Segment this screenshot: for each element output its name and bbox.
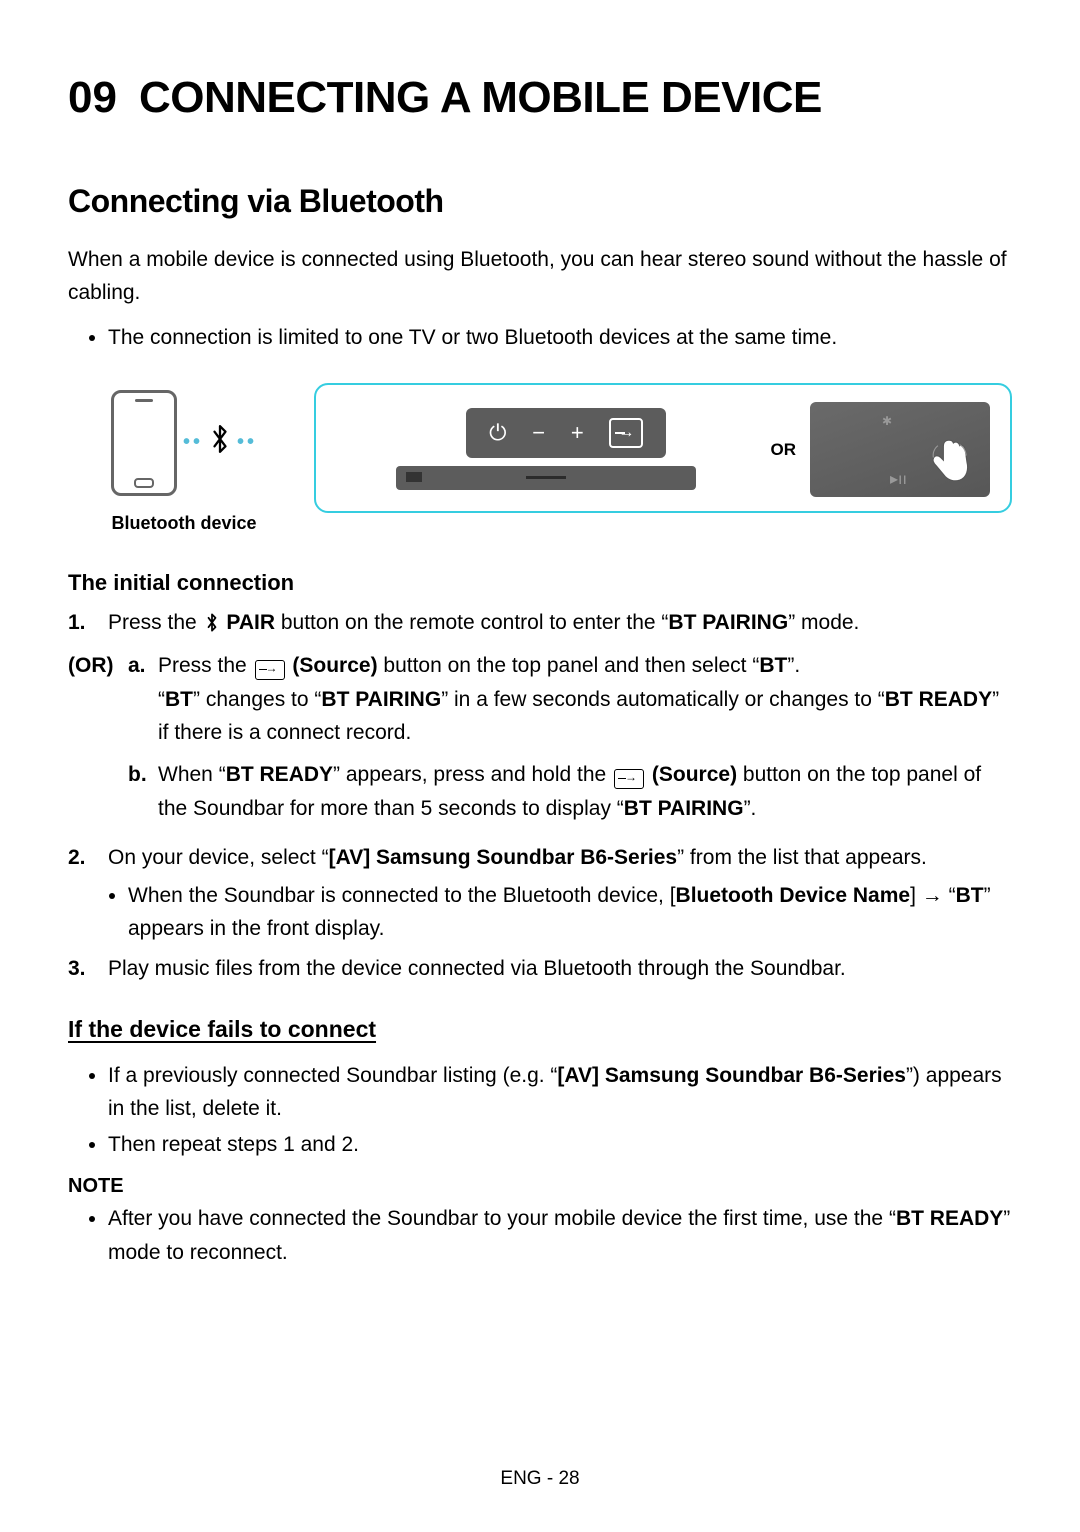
plus-icon: + xyxy=(571,420,584,446)
signal-dots-left: •• xyxy=(183,431,203,454)
phone-icon xyxy=(111,390,177,496)
bluetooth-device-label: Bluetooth device xyxy=(74,513,294,534)
substep-letter: b. xyxy=(128,758,158,825)
soundbar-touch-illustration: ✱ ▸ıı xyxy=(810,402,990,497)
step-number: 2. xyxy=(68,841,108,948)
play-small-icon: ▸ıı xyxy=(890,469,907,489)
intro-text: When a mobile device is connected using … xyxy=(68,244,1012,309)
page-footer: ENG - 28 xyxy=(0,1468,1080,1490)
note-bullet: After you have connected the Soundbar to… xyxy=(108,1202,1012,1269)
signal-dots-right: •• xyxy=(237,431,257,454)
source-button-icon xyxy=(609,418,643,448)
or-label: OR xyxy=(771,440,797,460)
step-1-text: Press the PAIR button on the remote cont… xyxy=(108,606,1012,640)
hand-icon xyxy=(918,433,976,491)
step-3-text: Play music files from the device connect… xyxy=(108,952,1012,986)
source-icon xyxy=(614,769,644,789)
step-2-text: On your device, select “[AV] Samsung Sou… xyxy=(108,841,1012,948)
soundbar-diagram-box: ⏻ − + OR ✱ ▸ıı xyxy=(314,383,1012,513)
chapter-title: CONNECTING A MOBILE DEVICE xyxy=(139,73,822,122)
initial-connection-heading: The initial connection xyxy=(68,570,1012,596)
soundbar-illustration: ⏻ − + xyxy=(396,410,696,490)
power-icon: ⏻ xyxy=(489,420,506,446)
page-title: 09 CONNECTING A MOBILE DEVICE xyxy=(68,73,1012,123)
limitation-bullet: The connection is limited to one TV or t… xyxy=(108,321,1012,355)
or-label-inline: (OR) xyxy=(68,649,128,831)
fail-connect-heading: If the device fails to connect xyxy=(68,1016,1012,1043)
chapter-number: 09 xyxy=(68,73,117,122)
fail-bullet-1: If a previously connected Soundbar listi… xyxy=(108,1059,1012,1126)
bt-small-icon: ✱ xyxy=(882,414,892,428)
step-number: 3. xyxy=(68,952,108,986)
bluetooth-icon xyxy=(205,608,219,640)
substep-a-text: Press the (Source) button on the top pan… xyxy=(158,649,1012,750)
step-2-sub-bullet: When the Soundbar is connected to the Bl… xyxy=(128,879,1012,946)
substep-b-text: When “BT READY” appears, press and hold … xyxy=(158,758,1012,825)
substep-letter: a. xyxy=(128,649,158,750)
fail-bullet-2: Then repeat steps 1 and 2. xyxy=(108,1128,1012,1162)
section-heading: Connecting via Bluetooth xyxy=(68,183,1012,220)
note-heading: NOTE xyxy=(68,1175,1012,1198)
connection-diagram: •• •• Bluetooth device ⏻ − + xyxy=(74,383,1012,534)
minus-icon: − xyxy=(532,420,545,446)
step-number: 1. xyxy=(68,606,108,640)
source-icon xyxy=(255,660,285,680)
bluetooth-icon xyxy=(209,424,231,462)
